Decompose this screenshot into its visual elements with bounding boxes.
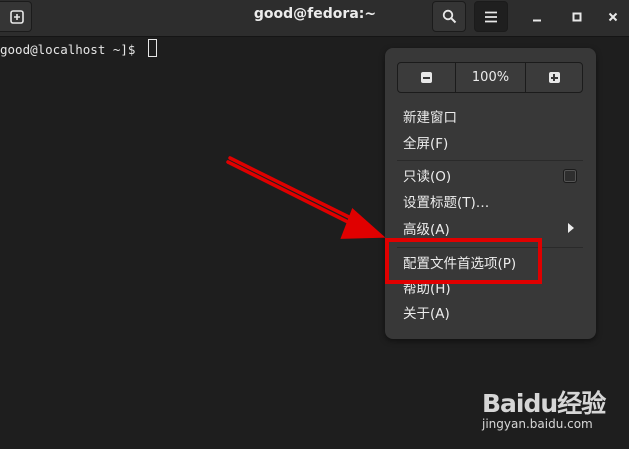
watermark-url: jingyan.baidu.com <box>482 417 593 431</box>
watermark-logo: Baidu经验 <box>482 389 606 418</box>
baidu-watermark: Baidu经验 jingyan.baidu.com <box>480 384 620 440</box>
annotation-arrow <box>226 156 386 239</box>
